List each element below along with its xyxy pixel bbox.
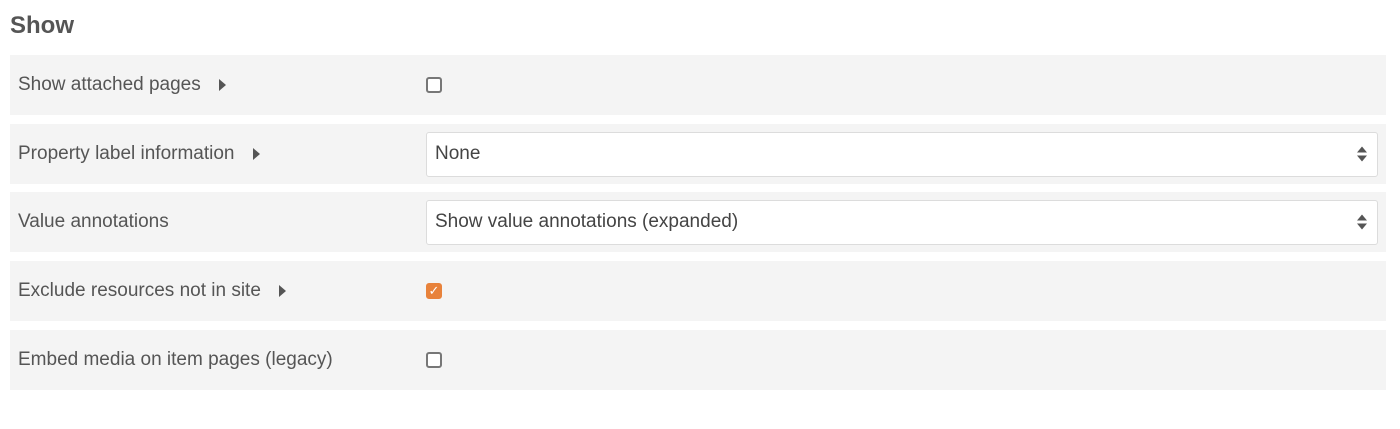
setting-label: Value annotations bbox=[18, 192, 169, 252]
show-attached-pages-checkbox[interactable] bbox=[426, 77, 442, 93]
property-label-information-select[interactable]: None bbox=[426, 131, 1378, 177]
expand-caret-icon[interactable] bbox=[252, 148, 260, 160]
setting-row-exclude-resources: Exclude resources not in site ✓ bbox=[10, 261, 1386, 321]
setting-label-text: Embed media on item pages (legacy) bbox=[18, 349, 333, 370]
value-annotations-select[interactable]: Show value annotations (expanded) bbox=[426, 199, 1378, 245]
embed-media-checkbox[interactable] bbox=[426, 352, 442, 368]
setting-row-value-annotations: Value annotations Show value annotations… bbox=[10, 192, 1386, 252]
setting-label: Property label information bbox=[18, 124, 260, 184]
setting-label: Exclude resources not in site bbox=[18, 261, 286, 321]
setting-row-embed-media: Embed media on item pages (legacy) bbox=[10, 330, 1386, 390]
select-arrows-icon bbox=[1357, 146, 1367, 162]
expand-caret-icon[interactable] bbox=[278, 285, 286, 297]
setting-row-show-attached-pages: Show attached pages bbox=[10, 55, 1386, 115]
setting-label-text: Exclude resources not in site bbox=[18, 280, 261, 301]
setting-label: Show attached pages bbox=[18, 55, 226, 115]
select-value: Show value annotations (expanded) bbox=[435, 211, 739, 232]
select-value: None bbox=[435, 143, 481, 164]
section-title: Show bbox=[10, 12, 74, 39]
setting-label-text: Show attached pages bbox=[18, 74, 201, 95]
checkmark-icon: ✓ bbox=[428, 283, 440, 299]
setting-label: Embed media on item pages (legacy) bbox=[18, 330, 333, 390]
setting-row-property-label-information: Property label information None bbox=[10, 124, 1386, 184]
select-arrows-icon bbox=[1357, 214, 1367, 230]
expand-caret-icon[interactable] bbox=[218, 79, 226, 91]
exclude-resources-checkbox[interactable]: ✓ bbox=[426, 283, 442, 299]
setting-label-text: Value annotations bbox=[18, 211, 169, 232]
setting-label-text: Property label information bbox=[18, 143, 235, 164]
